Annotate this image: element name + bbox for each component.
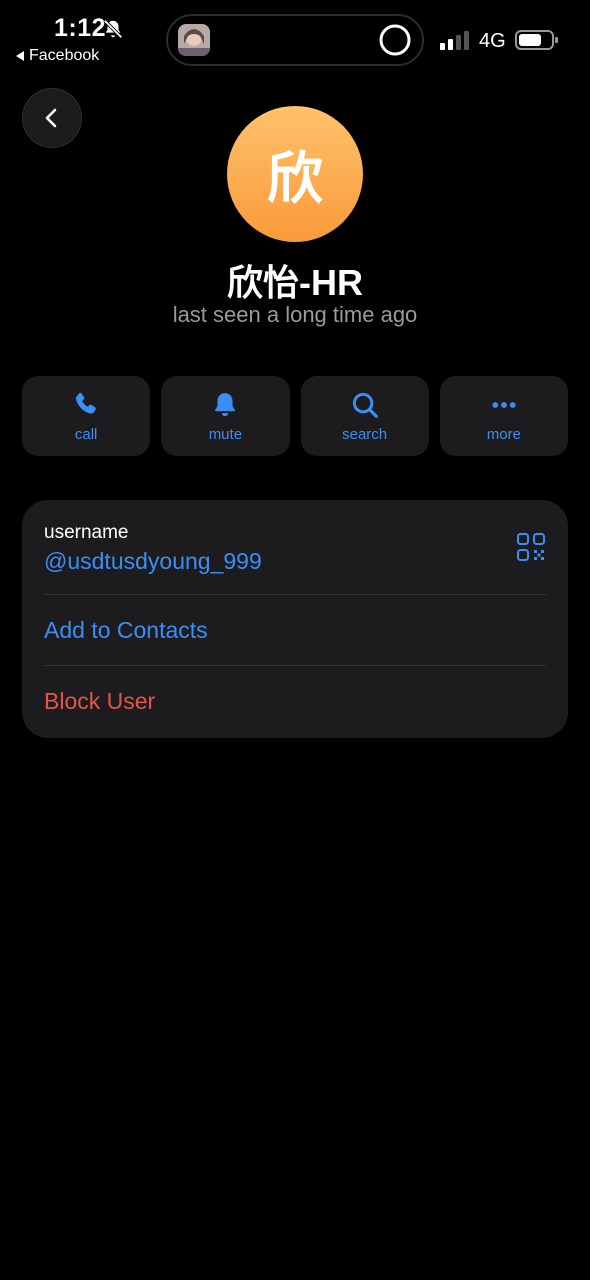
- status-time: 1:12: [54, 14, 107, 42]
- action-bar: call mute search more: [22, 376, 568, 456]
- block-user-button[interactable]: Block User: [44, 688, 155, 715]
- back-to-app-link[interactable]: Facebook: [16, 47, 99, 65]
- add-to-contacts-button[interactable]: Add to Contacts: [44, 617, 208, 644]
- back-button[interactable]: [22, 88, 82, 148]
- call-label: call: [74, 426, 98, 443]
- chevron-left-icon: [45, 108, 57, 128]
- back-app-label: Facebook: [29, 47, 100, 64]
- bell-slash-icon: [103, 19, 123, 39]
- ellipsis-icon: [492, 402, 516, 408]
- info-card: username @usdtusdyoung_999 Add to Contac…: [22, 500, 568, 738]
- search-button[interactable]: search: [300, 376, 429, 456]
- mute-label: mute: [208, 426, 243, 443]
- mute-button[interactable]: mute: [161, 376, 290, 456]
- avatar[interactable]: 欣: [227, 106, 363, 242]
- last-seen-status: last seen a long time ago: [172, 302, 418, 327]
- qr-code-icon[interactable]: [516, 532, 546, 562]
- more-button[interactable]: more: [439, 376, 568, 456]
- username-value[interactable]: @usdtusdyoung_999: [44, 548, 262, 575]
- search-icon: [352, 392, 378, 418]
- network-type: 4G: [479, 30, 506, 52]
- dynamic-island[interactable]: [166, 14, 424, 66]
- bell-icon: [215, 393, 236, 417]
- phone-icon: [76, 392, 97, 414]
- search-label: search: [342, 426, 388, 443]
- divider: [44, 594, 546, 595]
- live-activity-thumbnail: [178, 24, 210, 56]
- more-label: more: [486, 426, 521, 443]
- contact-name: 欣怡-HR: [227, 262, 363, 303]
- call-button[interactable]: call: [22, 376, 151, 456]
- battery-icon: [515, 30, 558, 50]
- progress-ring-icon: [379, 24, 411, 56]
- divider: [44, 665, 546, 666]
- back-triangle-icon: [16, 51, 24, 61]
- cellular-signal-icon: [440, 31, 469, 50]
- username-label: username: [44, 522, 129, 543]
